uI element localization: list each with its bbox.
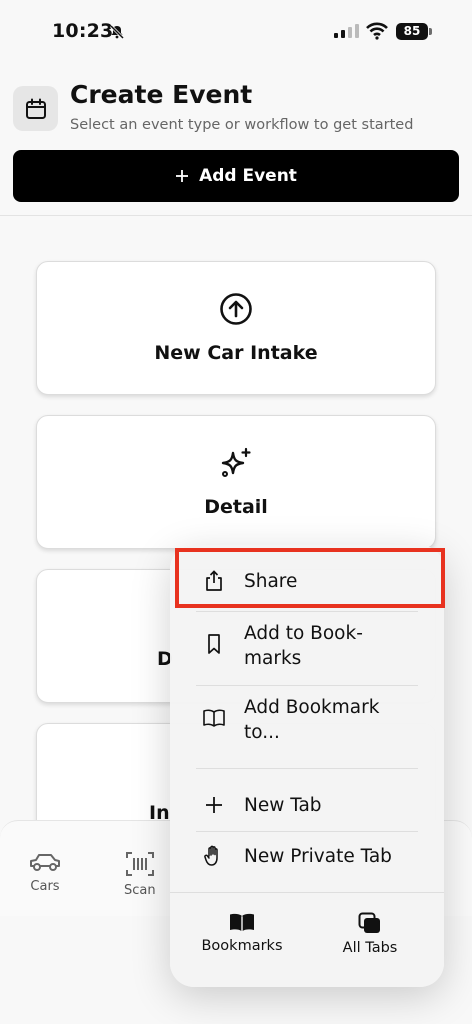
add-event-button[interactable]: Add Event xyxy=(13,150,459,202)
hand-icon xyxy=(204,845,218,866)
menu-item-label-line2: marks xyxy=(244,648,302,669)
book-open-icon xyxy=(203,709,225,727)
menu-separator xyxy=(196,831,418,832)
bookmark-icon xyxy=(208,634,220,654)
wifi-icon xyxy=(366,22,388,40)
sparkles-icon xyxy=(221,447,251,477)
bell-slash-icon xyxy=(109,24,125,40)
battery-icon: 85 xyxy=(396,23,428,40)
cellular-signal-icon xyxy=(334,24,359,38)
all-tabs-label: All Tabs xyxy=(342,940,398,956)
menu-item-label: Add Bookmark to... xyxy=(244,695,424,745)
plus-icon xyxy=(206,797,222,813)
card-label: New Car Intake xyxy=(154,342,318,364)
car-icon xyxy=(30,854,60,871)
card-label: Detail xyxy=(204,496,268,518)
menu-item-label: New Private Tab xyxy=(244,846,392,867)
book-filled-icon xyxy=(230,913,254,931)
barcode-scan-icon xyxy=(125,852,154,876)
menu-item-new-private-tab[interactable]: New Private Tab xyxy=(170,842,444,872)
tabs-stack-icon xyxy=(358,912,380,933)
menu-item-label: Add to Book- marks xyxy=(244,621,424,671)
menu-item-label-line1: Add Bookmark xyxy=(244,697,380,718)
menu-separator xyxy=(196,611,418,612)
card-detail[interactable]: Detail xyxy=(36,415,436,549)
menu-item-new-tab[interactable]: New Tab xyxy=(170,791,444,821)
share-highlight-box xyxy=(175,548,445,608)
tab-scan[interactable]: Scan xyxy=(124,851,156,898)
calendar-icon xyxy=(13,86,58,131)
page-title: Create Event xyxy=(70,80,253,109)
arrow-up-circle-icon xyxy=(220,293,252,325)
menu-item-label-line1: Add to Book- xyxy=(244,623,363,644)
status-time: 10:23 xyxy=(52,20,114,42)
all-tabs-button[interactable]: All Tabs xyxy=(330,912,410,956)
tab-label: Scan xyxy=(124,883,156,898)
page-subtitle: Select an event type or workflow to get … xyxy=(70,117,414,133)
card-new-car-intake[interactable]: New Car Intake xyxy=(36,261,436,395)
menu-separator xyxy=(196,685,418,686)
tab-label: Cars xyxy=(30,879,60,894)
browser-context-menu: Share Add to Book- marks Add Bookmark to… xyxy=(170,545,444,987)
bookmarks-button[interactable]: Bookmarks xyxy=(200,912,284,954)
menu-item-label-line2: to... xyxy=(244,722,280,743)
bookmarks-label: Bookmarks xyxy=(201,938,283,954)
add-event-label: Add Event xyxy=(199,166,297,186)
header-divider xyxy=(0,215,472,216)
menu-item-label: New Tab xyxy=(244,795,322,816)
status-bar: 10:23 85 xyxy=(0,0,472,60)
plus-icon xyxy=(176,170,189,182)
menu-item-add-bookmark-to[interactable]: Add Bookmark to... xyxy=(170,695,444,749)
menu-separator xyxy=(196,768,418,769)
tab-cars[interactable]: Cars xyxy=(28,851,62,894)
menu-item-add-to-bookmarks[interactable]: Add to Book- marks xyxy=(170,621,444,675)
menu-separator xyxy=(170,892,444,893)
battery-tip xyxy=(429,28,432,35)
